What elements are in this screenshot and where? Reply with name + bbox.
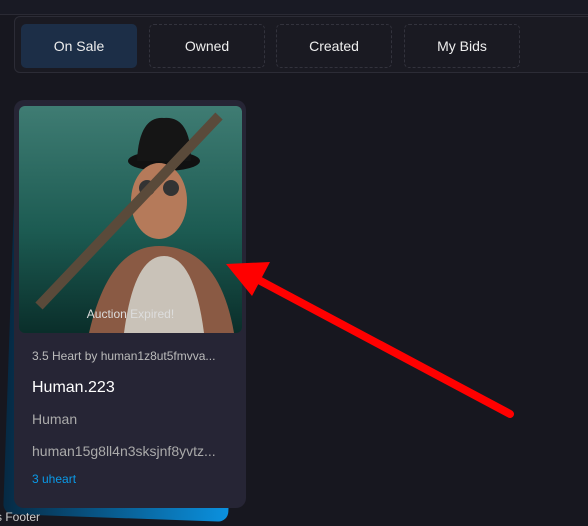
red-arrow-annotation bbox=[226, 262, 514, 418]
